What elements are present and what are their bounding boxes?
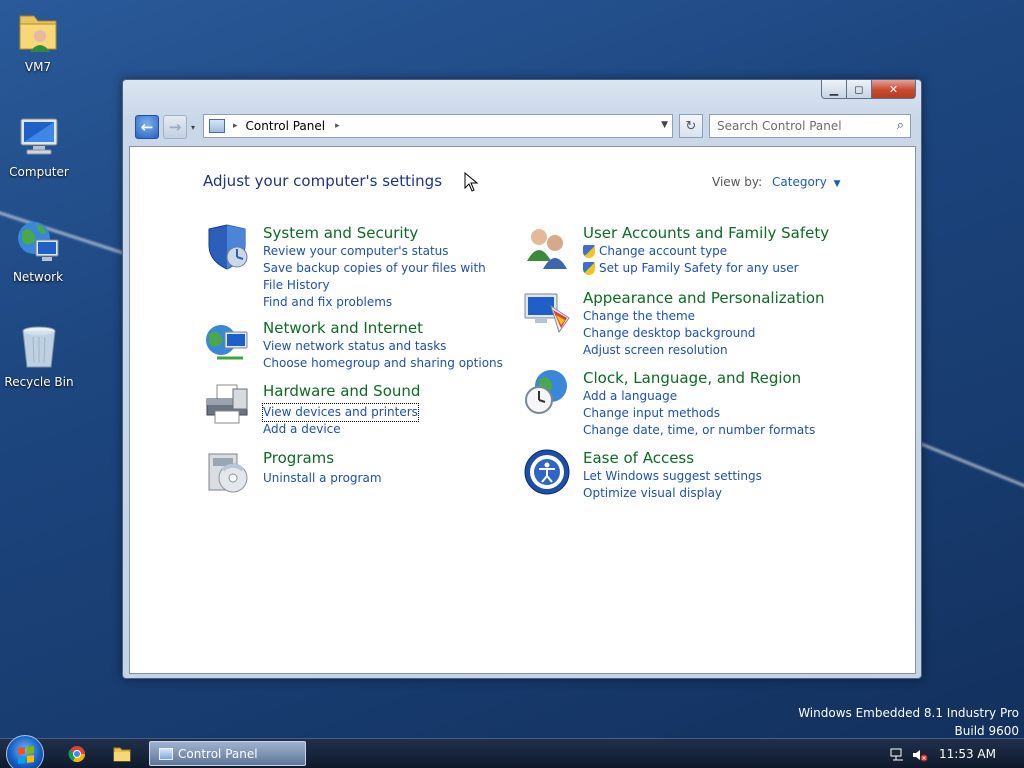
back-button[interactable]: ← (135, 115, 159, 139)
shield-icon[interactable] (203, 223, 251, 271)
search-placeholder: Search Control Panel (717, 119, 842, 133)
computer-icon (15, 113, 63, 161)
monitor-palette-icon[interactable] (523, 288, 571, 336)
windows-logo-icon (18, 746, 34, 764)
taskbar-item-control-panel[interactable]: Control Panel (149, 741, 306, 766)
link-family-safety[interactable]: Set up Family Safety for any user (583, 260, 823, 277)
link-text: Set up Family Safety for any user (599, 261, 799, 275)
link-review-status[interactable]: Review your computer's status (263, 243, 503, 260)
chrome-icon[interactable] (68, 745, 86, 763)
uac-shield-icon (583, 262, 595, 275)
category-heading[interactable]: Appearance and Personalization (583, 288, 825, 308)
link-screen-resolution[interactable]: Adjust screen resolution (583, 342, 823, 359)
link-change-account-type[interactable]: Change account type (583, 243, 823, 260)
network-status-icon[interactable] (890, 747, 906, 766)
wallpaper-streak (914, 440, 1024, 492)
search-input[interactable]: Search Control Panel ⌕ (709, 114, 911, 138)
close-button[interactable]: ✕ (872, 80, 916, 99)
recent-pages-dropdown[interactable]: ▾ (191, 123, 195, 132)
users-icon[interactable] (523, 223, 571, 271)
network-icon (14, 218, 62, 266)
taskbar: Control Panel 11:53 AM (0, 735, 1024, 768)
category-heading[interactable]: Ease of Access (583, 448, 823, 468)
uac-shield-icon (583, 245, 595, 258)
view-by-dropdown[interactable]: Category (772, 175, 827, 189)
watermark-edition: Windows Embedded 8.1 Industry Pro (798, 706, 1019, 720)
link-date-time-formats[interactable]: Change date, time, or number formats (583, 422, 823, 439)
link-devices-printers[interactable]: View devices and printers (262, 403, 419, 422)
link-homegroup[interactable]: Choose homegroup and sharing options (263, 355, 503, 372)
breadcrumb-separator-icon[interactable]: ▸ (335, 121, 340, 131)
ease-of-access-icon[interactable] (523, 448, 571, 496)
globe-network-icon[interactable] (203, 318, 251, 366)
category-heading[interactable]: System and Security (263, 223, 503, 243)
control-panel-icon (209, 119, 225, 133)
link-change-theme[interactable]: Change the theme (583, 308, 823, 325)
maximize-button[interactable]: ◻ (847, 80, 872, 99)
category-heading[interactable]: Programs (263, 448, 503, 468)
desktop-icon-label: Network (12, 270, 64, 284)
desktop-icon-computer[interactable]: Computer (1, 113, 77, 179)
back-arrow-icon: ← (140, 118, 154, 136)
forward-arrow-icon: → (168, 118, 182, 136)
refresh-button[interactable]: ↻ (679, 114, 703, 138)
link-text: Change account type (599, 244, 728, 258)
desktop-icon-label: VM7 (24, 60, 52, 74)
link-uninstall-program[interactable]: Uninstall a program (263, 470, 503, 487)
category-heading[interactable]: User Accounts and Family Safety (583, 223, 829, 243)
start-button[interactable] (6, 735, 44, 768)
taskbar-item-label: Control Panel (178, 746, 258, 761)
volume-muted-icon[interactable] (912, 747, 928, 766)
control-panel-icon (159, 747, 173, 760)
user-folder-icon (14, 8, 62, 56)
chevron-down-icon[interactable]: ▼ (834, 179, 841, 189)
link-optimize-visual[interactable]: Optimize visual display (583, 485, 823, 502)
breadcrumb-control-panel[interactable]: Control Panel (246, 119, 326, 133)
link-add-language[interactable]: Add a language (583, 388, 823, 405)
clock[interactable]: 11:53 AM (939, 747, 996, 761)
desktop-icon-network[interactable]: Network (0, 218, 76, 284)
view-by-label: View by: (712, 175, 763, 189)
mouse-cursor-icon (464, 171, 479, 196)
link-file-history[interactable]: Save backup copies of your files with Fi… (263, 260, 503, 294)
link-network-status[interactable]: View network status and tasks (263, 338, 503, 355)
link-input-methods[interactable]: Change input methods (583, 405, 823, 422)
link-add-device[interactable]: Add a device (263, 421, 503, 438)
control-panel-window[interactable]: ▁ ◻ ✕ ← → ▾ ▸ Control Panel ▸ ▼ ↻ Search… (122, 79, 922, 679)
view-by: View by: Category ▼ (712, 175, 841, 189)
category-heading[interactable]: Hardware and Sound (263, 381, 503, 401)
printer-icon[interactable] (203, 381, 251, 429)
programs-disc-icon[interactable] (203, 448, 251, 496)
recycle-bin-icon (15, 323, 63, 371)
address-bar[interactable]: ▸ Control Panel ▸ ▼ (203, 114, 673, 138)
forward-button[interactable]: → (163, 115, 187, 139)
refresh-icon: ↻ (685, 118, 697, 134)
minimize-button[interactable]: ▁ (821, 80, 847, 99)
navigation-bar: ← → ▾ ▸ Control Panel ▸ ▼ ↻ Search Contr… (133, 114, 913, 140)
desktop-icon-label: Computer (9, 165, 69, 179)
category-heading[interactable]: Clock, Language, and Region (583, 368, 823, 388)
search-icon[interactable]: ⌕ (897, 118, 904, 133)
desktop-icon-recycle-bin[interactable]: Recycle Bin (1, 323, 77, 389)
os-watermark: Windows Embedded 8.1 Industry Pro Build … (798, 704, 1019, 740)
control-panel-content: Adjust your computer's settings View by:… (129, 146, 916, 674)
file-explorer-icon[interactable] (113, 745, 131, 763)
desktop-icon-label: Recycle Bin (4, 375, 74, 389)
address-dropdown-icon[interactable]: ▼ (661, 120, 668, 130)
link-suggest-settings[interactable]: Let Windows suggest settings (583, 468, 823, 485)
page-title: Adjust your computer's settings (203, 172, 443, 190)
clock-globe-icon[interactable] (523, 368, 571, 416)
desktop-icon-vm7[interactable]: VM7 (0, 8, 76, 74)
link-find-fix-problems[interactable]: Find and fix problems (263, 294, 503, 311)
category-heading[interactable]: Network and Internet (263, 318, 503, 338)
link-desktop-background[interactable]: Change desktop background (583, 325, 823, 342)
caption-buttons: ▁ ◻ ✕ (821, 80, 916, 99)
breadcrumb-separator-icon[interactable]: ▸ (233, 121, 238, 131)
